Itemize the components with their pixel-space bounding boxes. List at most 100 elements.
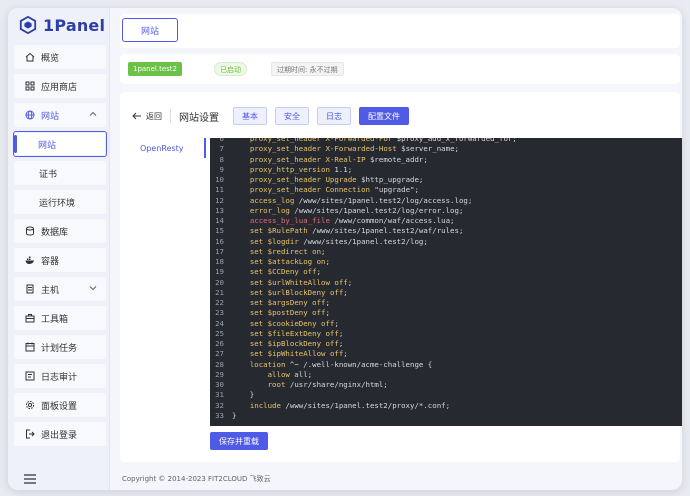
sidebar-item-host[interactable]: 主机 xyxy=(13,276,107,302)
top-tab-bar: 网站 xyxy=(120,14,680,48)
sidebar-item-label: 网站 xyxy=(38,140,57,151)
line-number: 19 xyxy=(215,267,224,277)
sidebar-subitem-certificate[interactable]: 证书 xyxy=(13,160,107,186)
chevron-down-icon xyxy=(89,286,97,291)
code-line: error_log /www/sites/1panel.test2/log/er… xyxy=(249,205,464,215)
code-editor[interactable]: 6 proxy_set_header X-Forwarded-For $prox… xyxy=(210,138,682,426)
code-line: } xyxy=(232,410,237,420)
back-button[interactable]: 返回 xyxy=(132,111,162,122)
code-line: allow all; xyxy=(267,369,313,379)
line-number: 30 xyxy=(215,380,224,389)
line-number: 25 xyxy=(215,328,224,338)
active-tab-indicator xyxy=(204,138,206,158)
hexagon-logo-icon xyxy=(19,16,37,34)
code-line: set $logdir /www/sites/1panel.test2/log; xyxy=(249,236,428,246)
tab-basic[interactable]: 基本 xyxy=(233,107,267,125)
site-info-bar: 1panel.test2 已启动 过期时间: 永不过期 xyxy=(120,54,680,84)
line-number: 9 xyxy=(219,164,224,174)
line-number: 32 xyxy=(215,400,224,410)
host-icon xyxy=(25,284,35,294)
code-line: set $attackLog on; xyxy=(249,257,330,266)
collapse-menu-icon[interactable] xyxy=(24,474,36,484)
tab-config-file[interactable]: 配置文件 xyxy=(359,107,409,125)
code-line: set $redirect on; xyxy=(249,246,326,256)
sidebar-item-container[interactable]: 容器 xyxy=(13,247,107,273)
line-number: 11 xyxy=(215,185,224,195)
sidebar-item-website[interactable]: 网站 xyxy=(13,102,107,128)
code-line: set $CCDeny off; xyxy=(249,267,322,277)
code-line: location ^~ /.well-known/acme-challenge … xyxy=(249,359,433,369)
code-line: proxy_set_header X-Forwarded-Host $serve… xyxy=(249,144,459,154)
sidebar-item-label: 日志审计 xyxy=(41,372,78,383)
line-number: 10 xyxy=(215,175,224,184)
site-domain-tag: 1panel.test2 xyxy=(128,62,182,76)
line-number: 12 xyxy=(215,195,224,205)
sidebar: 1Panel 概览 应用商店 网站 网站 证书 运行环境 数据库 容器 主机 工… xyxy=(8,8,110,490)
toolbox-icon xyxy=(25,313,35,323)
code-line: } xyxy=(232,390,255,400)
line-number: 27 xyxy=(215,349,224,359)
docker-icon xyxy=(25,255,35,265)
code-line: proxy_http_version 1.1; xyxy=(249,164,353,174)
code-line: access_log /www/sites/1panel.test2/log/a… xyxy=(249,195,473,205)
grid-icon xyxy=(25,81,35,91)
sidebar-item-label: 数据库 xyxy=(41,227,69,238)
save-reload-button[interactable]: 保存并重载 xyxy=(210,432,268,450)
app-window: 1Panel 概览 应用商店 网站 网站 证书 运行环境 数据库 容器 主机 工… xyxy=(8,8,682,490)
code-line: access_by_lua_file /www/common/waf/acces… xyxy=(249,216,455,225)
code-line: proxy_set_header X-Real-IP $remote_addr; xyxy=(249,154,428,164)
line-number: 13 xyxy=(215,205,224,215)
main-area: 网站 1panel.test2 已启动 过期时间: 永不过期 返回 网站设置 基… xyxy=(110,8,682,490)
line-number: 23 xyxy=(215,308,224,318)
arrow-left-icon xyxy=(132,112,141,120)
sidebar-item-cron[interactable]: 计划任务 xyxy=(13,334,107,360)
globe-icon xyxy=(25,110,35,120)
sidebar-item-log-audit[interactable]: 日志审计 xyxy=(13,363,107,389)
tab-security[interactable]: 安全 xyxy=(275,107,309,125)
status-badge: 已启动 xyxy=(214,62,247,76)
sidebar-item-label: 运行环境 xyxy=(39,198,76,209)
sidebar-item-toolbox[interactable]: 工具箱 xyxy=(13,305,107,331)
sidebar-item-database[interactable]: 数据库 xyxy=(13,218,107,244)
settings-header: 返回 网站设置 基本 安全 日志 配置文件 xyxy=(132,104,417,128)
tab-website[interactable]: 网站 xyxy=(122,18,178,42)
sidebar-item-overview[interactable]: 概览 xyxy=(13,44,107,70)
code-line: set $fileExtDeny off; xyxy=(249,328,344,338)
sidebar-item-app-store[interactable]: 应用商店 xyxy=(13,73,107,99)
sidebar-item-panel-settings[interactable]: 面板设置 xyxy=(13,392,107,418)
sidebar-menu: 概览 应用商店 网站 网站 证书 运行环境 数据库 容器 主机 工具箱 计划任务… xyxy=(13,44,107,450)
line-number: 14 xyxy=(215,216,224,225)
sidebar-item-label: 证书 xyxy=(39,169,58,180)
sidebar-item-label: 容器 xyxy=(41,256,60,267)
back-label: 返回 xyxy=(146,111,162,121)
code-line: proxy_set_header X-Forwarded-For $proxy_… xyxy=(249,138,517,143)
chevron-up-icon xyxy=(89,111,97,116)
line-number: 17 xyxy=(215,246,224,256)
code-line: set $urlBlockDeny off; xyxy=(249,287,348,297)
sidebar-item-label: 计划任务 xyxy=(41,343,78,354)
line-number: 28 xyxy=(215,359,224,369)
tab-log[interactable]: 日志 xyxy=(317,107,351,125)
line-number: 18 xyxy=(215,257,224,266)
code-line: root /usr/share/nginx/html; xyxy=(267,380,388,389)
line-number: 20 xyxy=(215,277,224,287)
sidebar-item-label: 工具箱 xyxy=(41,314,69,325)
sidebar-subitem-website[interactable]: 网站 xyxy=(13,131,107,157)
brand-name: 1Panel xyxy=(43,15,106,35)
tab-openresty[interactable]: OpenResty xyxy=(140,144,184,153)
line-number: 31 xyxy=(215,390,224,400)
database-icon xyxy=(25,226,35,236)
sidebar-item-label: 主机 xyxy=(41,285,60,296)
expiry-tag: 过期时间: 永不过期 xyxy=(271,62,344,76)
code-line: set $ipWhiteAllow off; xyxy=(249,349,348,359)
code-line: set $urlWhiteAllow off; xyxy=(249,277,353,287)
code-line: proxy_set_header Upgrade $http_upgrade; xyxy=(249,175,424,184)
footer-copyright: Copyright © 2014-2023 FIT2CLOUD 飞致云 xyxy=(122,475,271,483)
code-line: proxy_set_header Connection "upgrade"; xyxy=(249,185,419,195)
sidebar-item-logout[interactable]: 退出登录 xyxy=(13,421,107,447)
line-number: 24 xyxy=(215,318,224,328)
settings-card: 返回 网站设置 基本 安全 日志 配置文件 OpenResty 6 proxy_… xyxy=(120,92,682,462)
sidebar-subitem-runtime[interactable]: 运行环境 xyxy=(13,189,107,215)
line-number: 16 xyxy=(215,236,224,246)
header-divider xyxy=(170,109,171,123)
